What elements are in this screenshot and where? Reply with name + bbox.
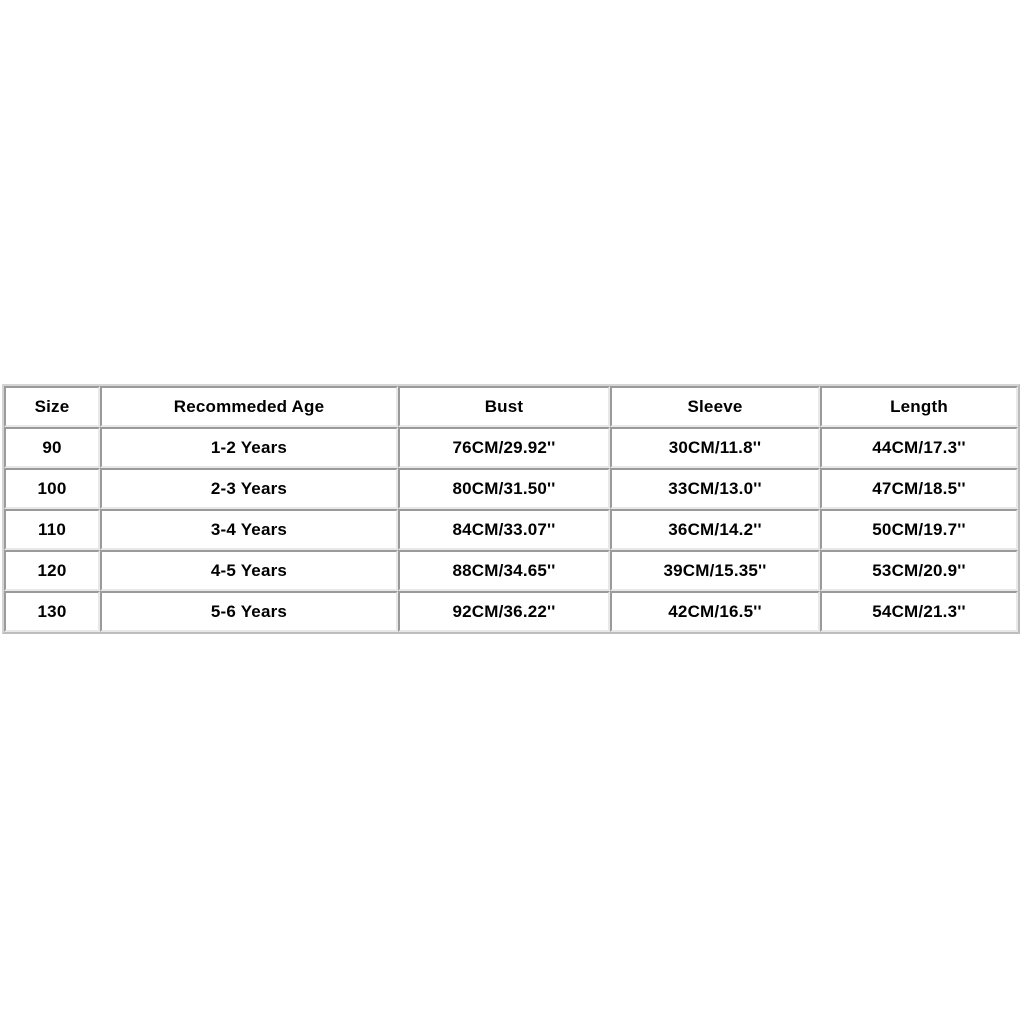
cell-sleeve: 39CM/15.35'' bbox=[610, 550, 820, 591]
table-row: 130 5-6 Years 92CM/36.22'' 42CM/16.5'' 5… bbox=[4, 591, 1018, 632]
table-header-row: Size Recommeded Age Bust Sleeve Length bbox=[4, 386, 1018, 427]
cell-length: 53CM/20.9'' bbox=[820, 550, 1018, 591]
table-row: 110 3-4 Years 84CM/33.07'' 36CM/14.2'' 5… bbox=[4, 509, 1018, 550]
cell-length: 54CM/21.3'' bbox=[820, 591, 1018, 632]
column-header-bust: Bust bbox=[398, 386, 610, 427]
table-row: 120 4-5 Years 88CM/34.65'' 39CM/15.35'' … bbox=[4, 550, 1018, 591]
cell-size: 100 bbox=[4, 468, 100, 509]
cell-length: 50CM/19.7'' bbox=[820, 509, 1018, 550]
column-header-age: Recommeded Age bbox=[100, 386, 398, 427]
cell-age: 2-3 Years bbox=[100, 468, 398, 509]
cell-bust: 80CM/31.50'' bbox=[398, 468, 610, 509]
cell-sleeve: 42CM/16.5'' bbox=[610, 591, 820, 632]
cell-bust: 84CM/33.07'' bbox=[398, 509, 610, 550]
size-chart-container: Size Recommeded Age Bust Sleeve Length 9… bbox=[2, 384, 1020, 634]
cell-sleeve: 36CM/14.2'' bbox=[610, 509, 820, 550]
table-body: 90 1-2 Years 76CM/29.92'' 30CM/11.8'' 44… bbox=[4, 427, 1018, 632]
column-header-sleeve: Sleeve bbox=[610, 386, 820, 427]
cell-size: 130 bbox=[4, 591, 100, 632]
cell-length: 47CM/18.5'' bbox=[820, 468, 1018, 509]
size-chart-table: Size Recommeded Age Bust Sleeve Length 9… bbox=[2, 384, 1020, 634]
cell-size: 110 bbox=[4, 509, 100, 550]
cell-bust: 88CM/34.65'' bbox=[398, 550, 610, 591]
cell-bust: 76CM/29.92'' bbox=[398, 427, 610, 468]
table-header: Size Recommeded Age Bust Sleeve Length bbox=[4, 386, 1018, 427]
cell-bust: 92CM/36.22'' bbox=[398, 591, 610, 632]
cell-size: 90 bbox=[4, 427, 100, 468]
cell-age: 1-2 Years bbox=[100, 427, 398, 468]
cell-size: 120 bbox=[4, 550, 100, 591]
cell-age: 4-5 Years bbox=[100, 550, 398, 591]
cell-age: 5-6 Years bbox=[100, 591, 398, 632]
column-header-size: Size bbox=[4, 386, 100, 427]
table-row: 100 2-3 Years 80CM/31.50'' 33CM/13.0'' 4… bbox=[4, 468, 1018, 509]
table-row: 90 1-2 Years 76CM/29.92'' 30CM/11.8'' 44… bbox=[4, 427, 1018, 468]
cell-sleeve: 30CM/11.8'' bbox=[610, 427, 820, 468]
cell-sleeve: 33CM/13.0'' bbox=[610, 468, 820, 509]
cell-age: 3-4 Years bbox=[100, 509, 398, 550]
cell-length: 44CM/17.3'' bbox=[820, 427, 1018, 468]
column-header-length: Length bbox=[820, 386, 1018, 427]
